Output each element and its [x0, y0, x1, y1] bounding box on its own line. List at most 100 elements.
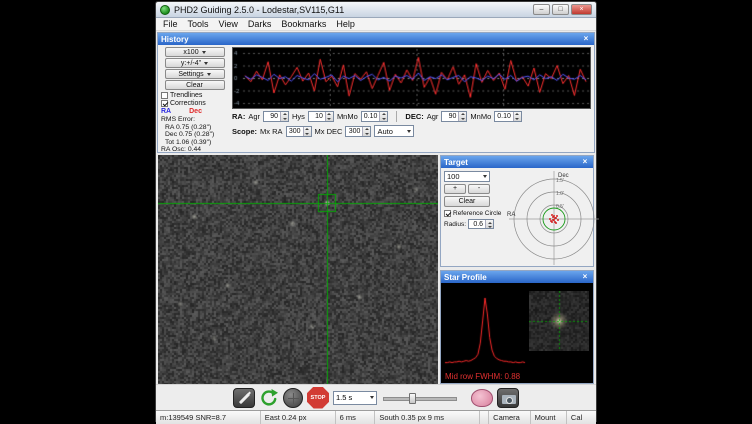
chevron-down-icon	[207, 73, 211, 76]
star-profile-pane-header[interactable]: Star Profile ×	[441, 271, 593, 283]
rms-ra: RA 0.75 (0.28")	[161, 124, 228, 132]
guide-icon[interactable]	[283, 388, 303, 408]
rms-error-block: RMS Error: RA 0.75 (0.28") Dec 0.75 (0.2…	[161, 116, 228, 152]
ra-prefix-label: RA:	[232, 112, 245, 121]
ra-minmove-stepper[interactable]: 0.10	[361, 111, 389, 122]
maximize-button[interactable]: □	[552, 4, 569, 15]
guide-scatter-point	[557, 219, 559, 221]
dec-agr-label: Agr	[427, 112, 439, 121]
radius-label: Radius:	[444, 221, 466, 228]
corrections-label: Corrections	[170, 100, 206, 107]
target-pane-title: Target	[444, 158, 468, 167]
dec-prefix-label: DEC:	[405, 112, 423, 121]
menu-help[interactable]: Help	[331, 19, 360, 29]
ring-label-outer: 1.5'	[556, 178, 564, 184]
east-duration-status: 6 ms	[336, 411, 376, 424]
history-controls-column: x100 y:+/-4" Settings Clear Trendlines	[158, 45, 230, 152]
dec-minmove-stepper[interactable]: 0.10	[494, 111, 522, 122]
ra-legend-label: RA	[161, 108, 171, 115]
mxdec-label: Mx DEC	[315, 127, 343, 136]
target-pane-header[interactable]: Target ×	[441, 156, 593, 168]
scope-prefix-label: Scope:	[232, 127, 257, 136]
dec-guide-mode-select[interactable]: Auto	[374, 125, 414, 137]
camera-image-view	[158, 155, 438, 384]
dec-aggression-stepper[interactable]: 90	[441, 111, 467, 122]
history-clear-button[interactable]: Clear	[165, 80, 225, 90]
target-zoom-out-button[interactable]: -	[468, 184, 490, 194]
target-zoom-select[interactable]: 100	[444, 171, 490, 182]
chevron-down-icon	[370, 396, 374, 399]
chevron-down-icon	[407, 130, 411, 133]
minimize-button[interactable]: –	[533, 4, 550, 15]
rms-tot: Tot 1.06 (0.39")	[161, 139, 228, 147]
star-profile-close-icon[interactable]: ×	[580, 272, 590, 282]
title-bar[interactable]: PHD2 Guiding 2.5.0 - Lodestar,SV115,G11 …	[156, 2, 596, 18]
reference-circle-checkbox[interactable]	[444, 210, 451, 217]
ra-mnmo-label: MnMo	[337, 112, 358, 121]
divider	[396, 111, 397, 122]
guide-scatter-point	[551, 214, 553, 216]
ring-label-inner: 0.5'	[556, 204, 564, 210]
slider-thumb[interactable]	[409, 393, 416, 404]
target-pane: Target × 100 + - Clear	[440, 155, 594, 267]
radius-stepper[interactable]: 0.6	[468, 219, 494, 229]
guide-algo-row: RA: Agr 90 Hys 10 MnMo 0.10 DEC: Agr 90 …	[232, 109, 591, 124]
hys-label: Hys	[292, 112, 305, 121]
menu-bookmarks[interactable]: Bookmarks	[276, 19, 331, 29]
ra-osc: RA Osc: 0.44	[161, 146, 228, 152]
history-yscale-button[interactable]: y:+/-4"	[165, 58, 225, 68]
cal-status: Cal	[567, 411, 596, 424]
menu-tools[interactable]: Tools	[183, 19, 214, 29]
max-ra-stepper[interactable]: 300	[286, 126, 312, 137]
camera-settings-icon[interactable]	[497, 388, 519, 408]
guide-scatter-point	[555, 222, 557, 224]
guiding-history-graph	[232, 47, 591, 109]
spin-down-icon	[326, 116, 333, 121]
guide-scatter-point	[551, 221, 553, 223]
corrections-checkbox[interactable]	[161, 100, 168, 107]
stop-icon[interactable]: STOP	[307, 387, 329, 409]
history-settings-button[interactable]: Settings	[165, 69, 225, 79]
target-clear-button[interactable]: Clear	[444, 196, 490, 207]
target-bullseye-plot: Dec RA 1.5' 1.0' 0.5'	[505, 168, 593, 266]
reference-circle-label: Reference Circle	[453, 210, 501, 217]
hysteresis-stepper[interactable]: 10	[308, 111, 334, 122]
menu-view[interactable]: View	[214, 19, 243, 29]
star-mass-snr-status: m:139549 SNR=8.7	[156, 411, 261, 424]
max-dec-stepper[interactable]: 300	[345, 126, 371, 137]
history-pane-header[interactable]: History ×	[158, 33, 594, 45]
trendlines-label: Trendlines	[170, 92, 202, 99]
exposure-select[interactable]: 1.5 s	[333, 391, 377, 405]
guide-scatter-point	[552, 219, 554, 221]
menu-darks[interactable]: Darks	[243, 19, 277, 29]
star-profile-pane: Star Profile × Mid row FWHM: 0.88	[440, 270, 594, 384]
connect-equipment-icon[interactable]	[233, 388, 255, 408]
spin-down-icon	[459, 116, 466, 121]
star-profile-pane-title: Star Profile	[444, 273, 487, 282]
history-pane-title: History	[161, 35, 189, 44]
loop-exposures-icon[interactable]	[259, 388, 279, 408]
close-button[interactable]: ×	[571, 4, 592, 15]
brain-settings-icon[interactable]	[471, 389, 493, 407]
target-zoom-in-button[interactable]: +	[444, 184, 466, 194]
guide-scatter-point	[549, 218, 551, 220]
ra-aggression-stepper[interactable]: 90	[263, 111, 289, 122]
history-close-icon[interactable]: ×	[581, 34, 591, 44]
target-close-icon[interactable]: ×	[580, 157, 590, 167]
camera-frame	[158, 155, 438, 384]
menu-file[interactable]: File	[158, 19, 183, 29]
spin-down-icon	[380, 116, 387, 121]
guide-scatter-point	[553, 215, 555, 217]
gamma-slider[interactable]	[381, 390, 459, 406]
rms-dec: Dec 0.75 (0.28")	[161, 131, 228, 139]
trendlines-checkbox[interactable]	[161, 92, 168, 99]
dec-legend-label: Dec	[189, 108, 202, 115]
guide-scatter-point	[554, 217, 556, 219]
ring-label-mid: 1.0'	[556, 191, 564, 197]
spin-down-icon	[281, 116, 288, 121]
chevron-down-icon	[202, 51, 206, 54]
east-guide-status: East 0.24 px	[261, 411, 336, 424]
history-scale-button[interactable]: x100	[165, 47, 225, 57]
mxra-label: Mx RA	[260, 127, 283, 136]
menu-bar: File Tools View Darks Bookmarks Help	[156, 18, 596, 31]
